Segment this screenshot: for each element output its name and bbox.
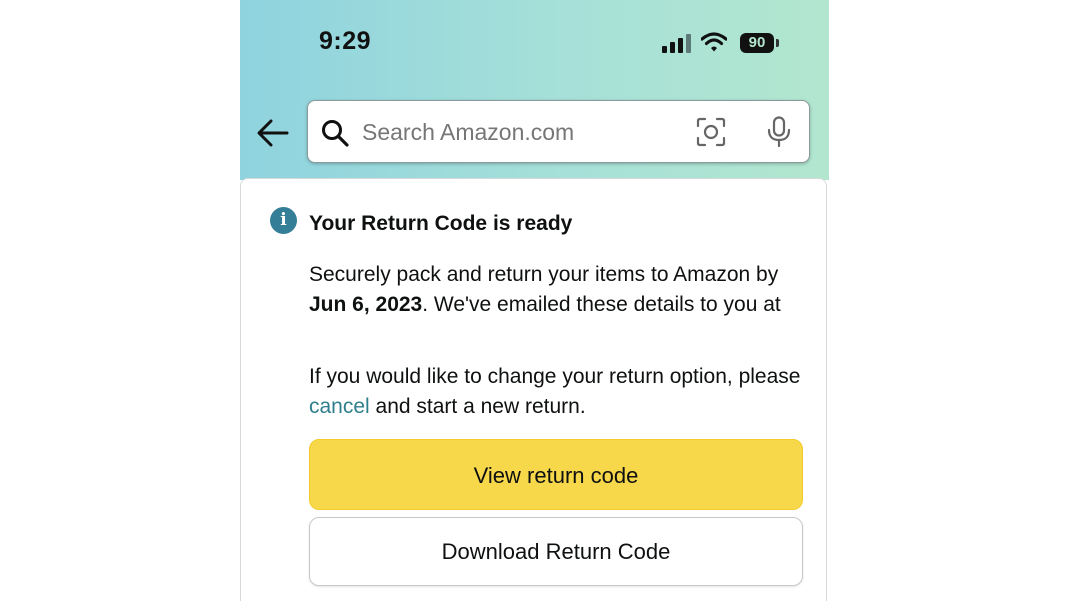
battery-tip	[776, 39, 779, 47]
return-code-notice-card: i Your Return Code is ready Securely pac…	[240, 178, 827, 601]
camera-lens-icon[interactable]	[696, 117, 726, 147]
microphone-icon[interactable]	[766, 116, 792, 148]
instructions-text-start: Securely pack and return your items to A…	[309, 263, 779, 286]
view-return-code-button[interactable]: View return code	[309, 439, 803, 510]
status-time: 9:29	[319, 27, 372, 55]
return-instructions: Securely pack and return your items to A…	[309, 260, 809, 320]
change-text-start: If you would like to change your return …	[309, 365, 801, 388]
instructions-text-end: . We've emailed these details to you at	[422, 293, 781, 316]
phone-screen: 9:29 90 Search Amazon.com i Your Return …	[240, 0, 829, 601]
wifi-icon	[701, 32, 727, 52]
search-bar[interactable]	[307, 100, 810, 163]
battery-icon: 90	[740, 33, 774, 53]
search-icon	[322, 120, 349, 147]
download-return-code-button[interactable]: Download Return Code	[309, 517, 803, 586]
change-text-end: and start a new return.	[369, 395, 586, 418]
info-icon: i	[270, 207, 297, 234]
cancel-link[interactable]: cancel	[309, 395, 370, 418]
return-deadline-date: Jun 6, 2023	[309, 293, 423, 316]
signal-icon	[662, 34, 691, 53]
search-input[interactable]	[362, 111, 682, 153]
header: 9:29 90	[240, 0, 829, 180]
notice-title: Your Return Code is ready	[309, 212, 573, 235]
back-arrow-icon[interactable]	[256, 116, 290, 150]
change-option-text: If you would like to change your return …	[309, 362, 809, 422]
